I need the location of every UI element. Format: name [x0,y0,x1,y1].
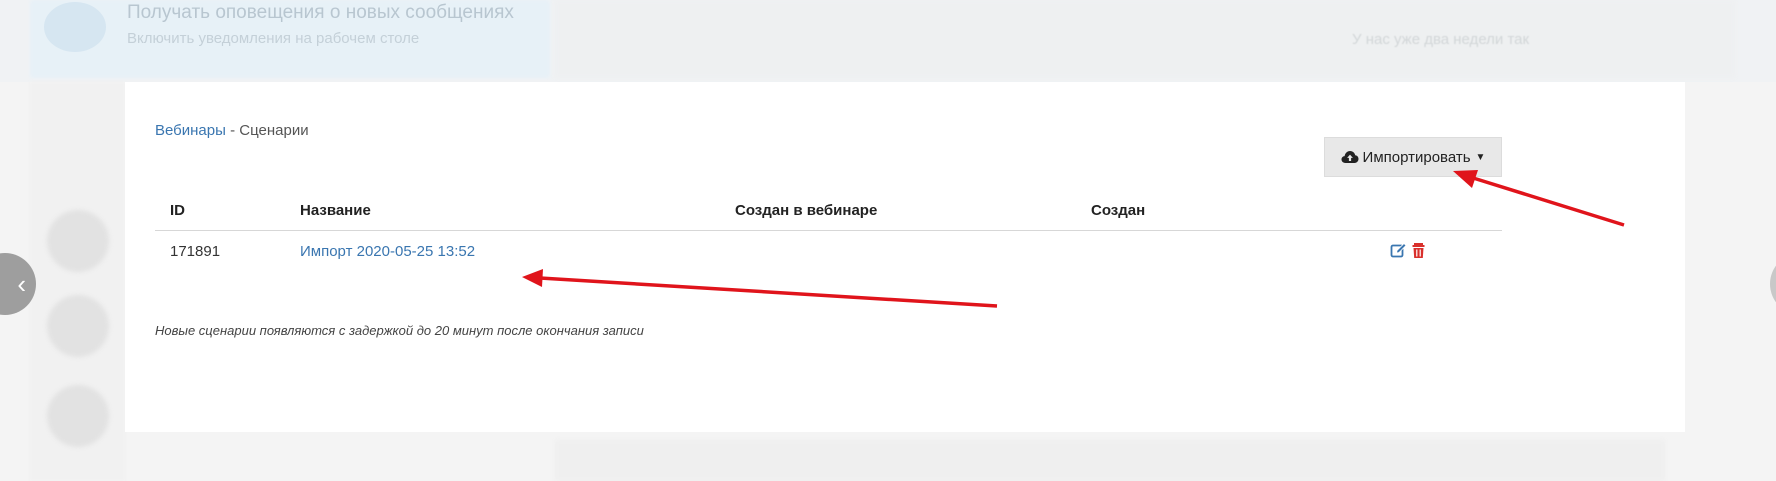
chevron-left-icon: ‹ [17,268,26,299]
notification-subtitle: Включить уведомления на рабочем столе [127,30,420,47]
import-button-label: Импортировать [1362,148,1471,166]
column-header-webinar: Создан в вебинаре [735,202,878,219]
sidebar-avatar [47,295,109,357]
row-id: 171891 [170,243,221,260]
row-actions [1390,242,1427,259]
import-button[interactable]: Импортировать ▼ [1324,137,1502,177]
breadcrumb-current: Сценарии [239,122,309,139]
footer-blur-area [555,440,1665,481]
scenarios-panel: Вебинары - Сценарии Импортировать ▼ ID Н… [125,82,1685,432]
chevron-down-icon: ▼ [1475,151,1486,163]
sidebar-avatar [47,210,109,272]
scenario-name-link[interactable]: Импорт 2020-05-25 13:52 [300,243,475,260]
column-header-id: ID [170,202,185,219]
column-header-created: Создан [1091,202,1146,219]
next-nav-button[interactable] [1770,253,1776,315]
breadcrumb-webinars-link[interactable]: Вебинары [155,122,226,139]
cloud-upload-icon [1341,151,1359,163]
breadcrumb: Вебинары - Сценарии [155,122,309,139]
table-row: 171891 Импорт 2020-05-25 13:52 [155,231,1502,273]
scenarios-note: Новые сценарии появляются с задержкой до… [155,323,644,338]
table-header: ID Название Создан в вебинаре Создан [155,202,1502,231]
column-header-name: Название [300,202,371,219]
breadcrumb-separator: - [230,122,236,139]
sidebar-avatar [47,385,109,447]
delete-icon[interactable] [1410,242,1427,259]
scenarios-table: ID Название Создан в вебинаре Создан 171… [155,202,1502,273]
notification-title: Получать оповещения о новых сообщениях [127,2,514,23]
header-hint-text: У нас уже два недели так [1352,31,1530,48]
header-blur-area [555,0,1735,78]
notification-avatar [44,2,106,52]
edit-icon[interactable] [1390,242,1407,259]
